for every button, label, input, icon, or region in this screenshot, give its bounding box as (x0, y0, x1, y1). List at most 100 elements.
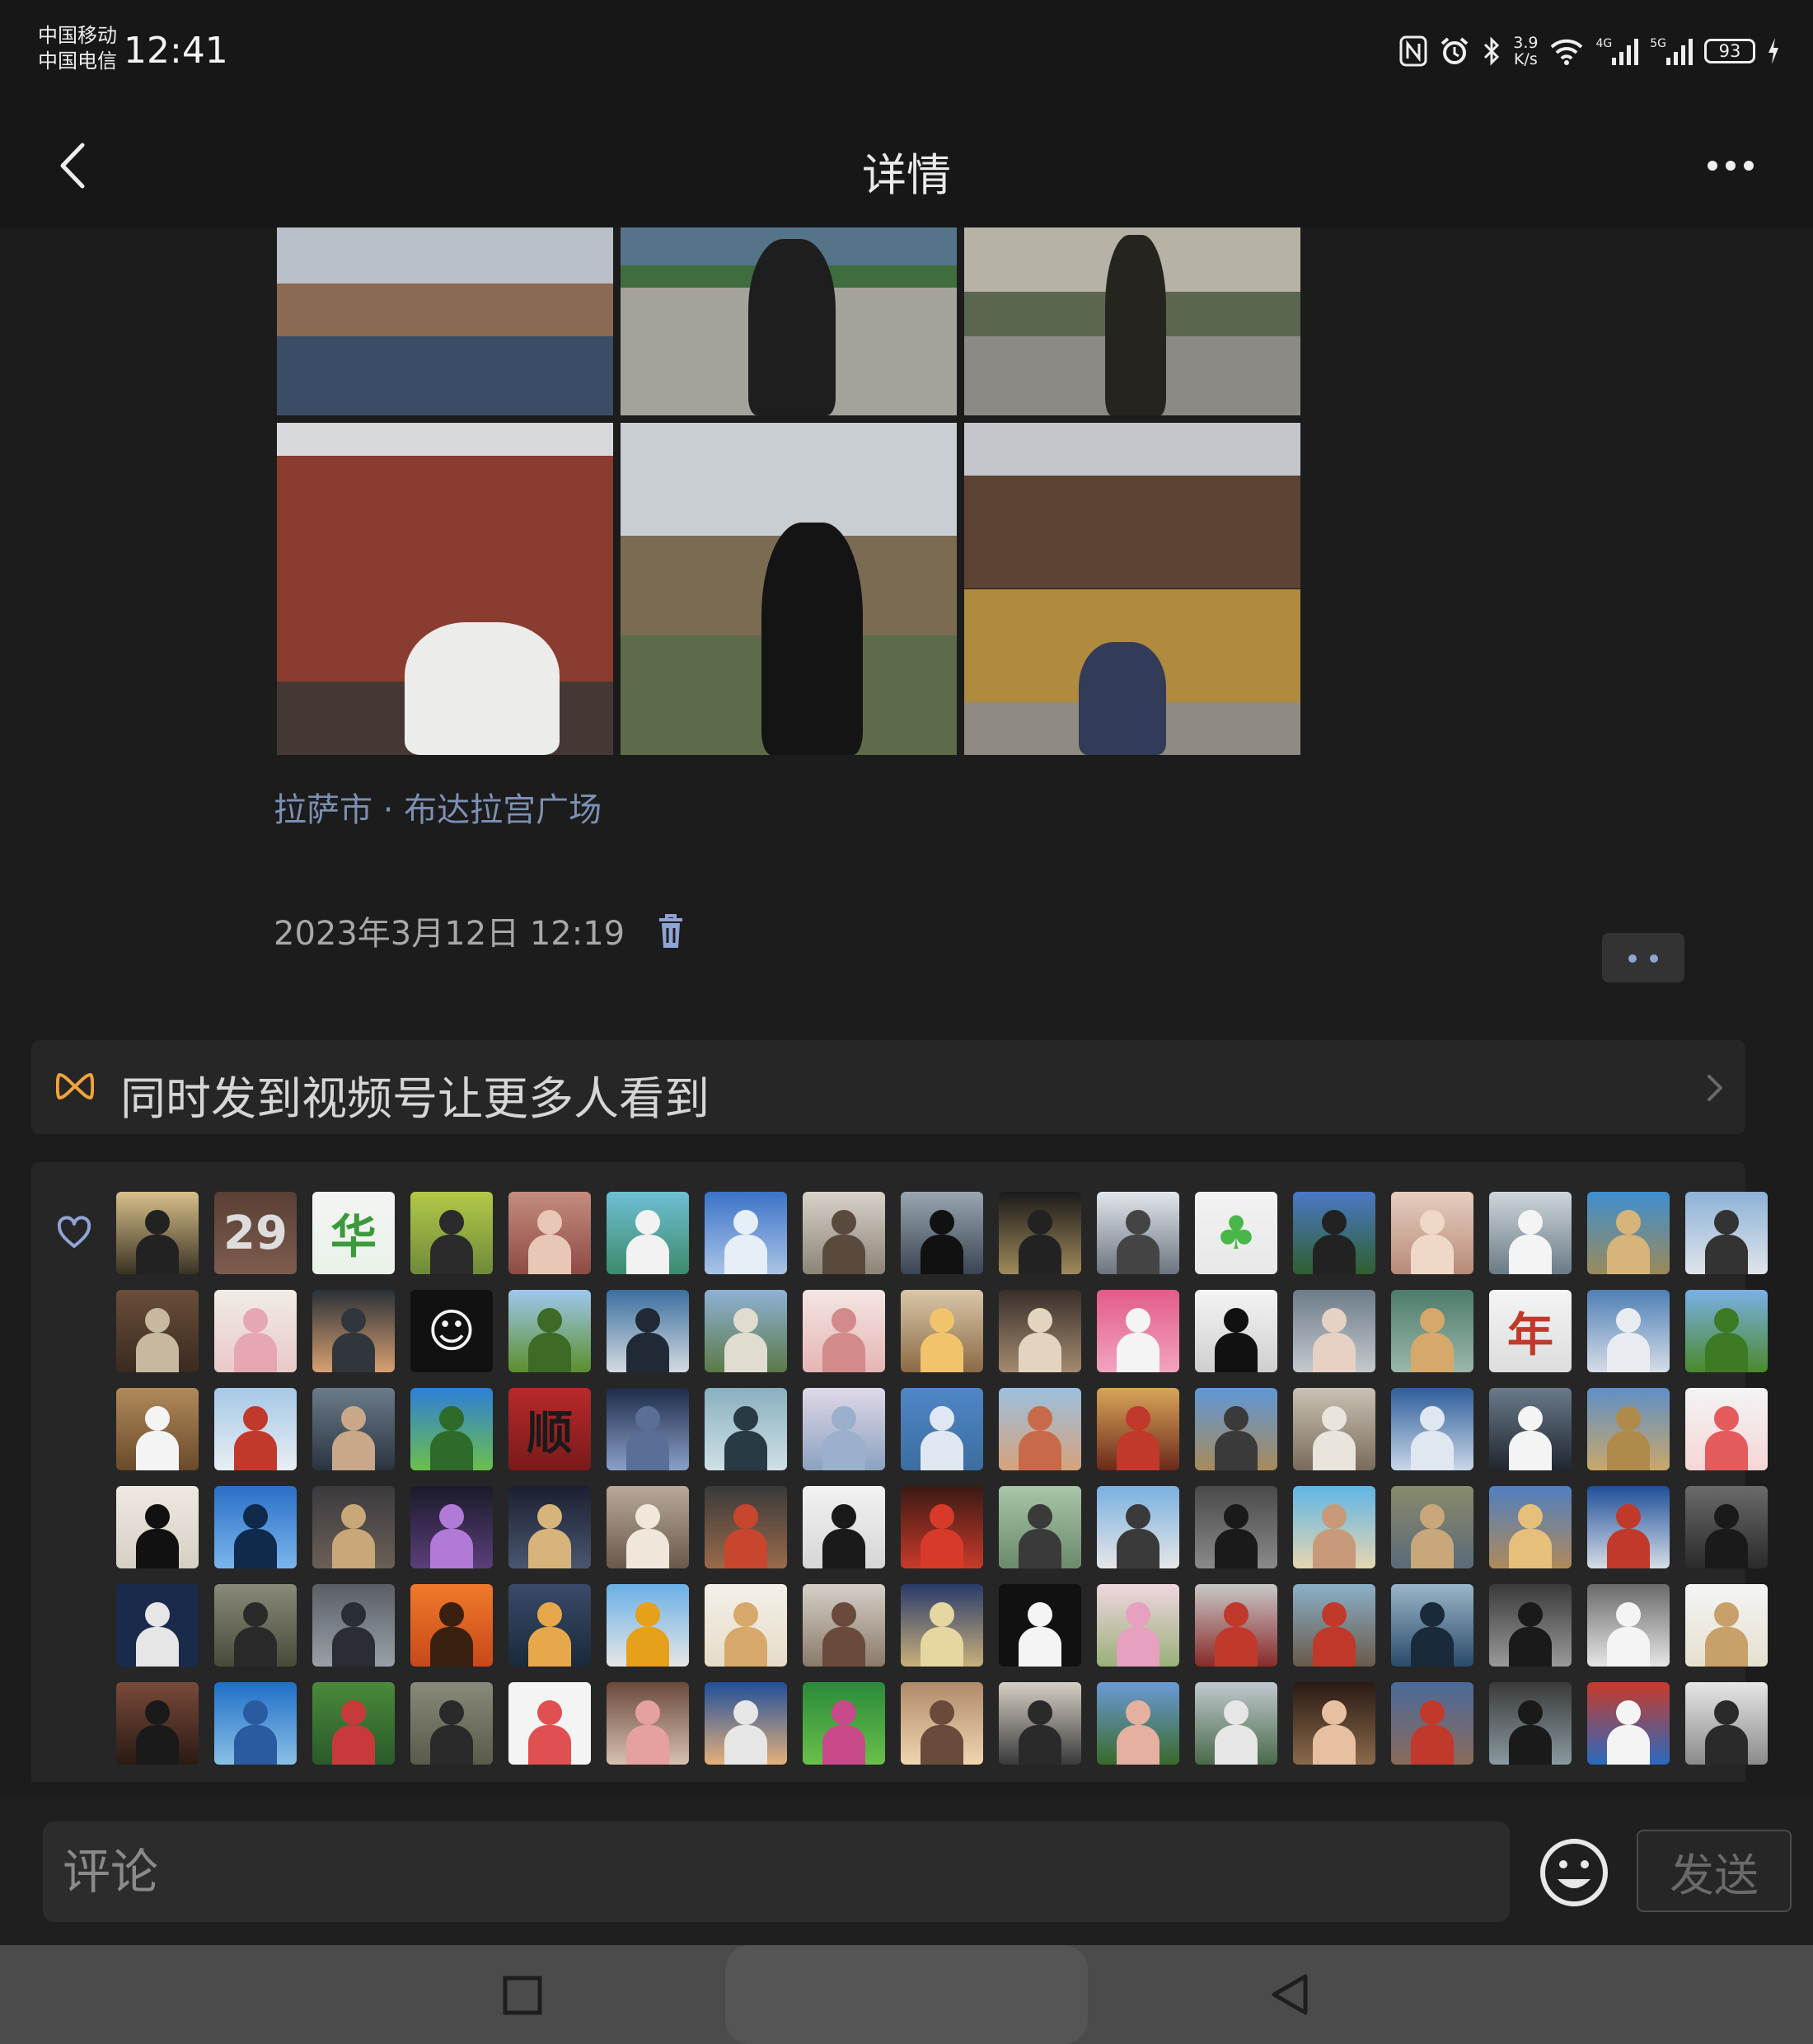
liker-avatar[interactable] (508, 1682, 591, 1765)
liker-avatar[interactable] (508, 1584, 591, 1667)
liker-avatar[interactable] (116, 1486, 199, 1568)
liker-avatar[interactable] (410, 1388, 493, 1470)
liker-avatar[interactable] (508, 1192, 591, 1274)
liker-avatar[interactable]: 年 (1489, 1290, 1572, 1372)
photo-man-with-camera-plaza[interactable] (621, 227, 957, 415)
liker-avatar[interactable] (1391, 1192, 1473, 1274)
liker-avatar[interactable] (1391, 1290, 1473, 1372)
liker-avatar[interactable] (705, 1388, 787, 1470)
liker-avatar[interactable] (1293, 1192, 1375, 1274)
liker-avatar[interactable] (901, 1682, 983, 1765)
liker-avatar[interactable] (1195, 1584, 1277, 1667)
like-comment-action-button[interactable] (1602, 933, 1684, 982)
liker-avatar[interactable] (1195, 1290, 1277, 1372)
liker-avatar[interactable] (1685, 1486, 1768, 1568)
liker-avatar[interactable] (1587, 1388, 1670, 1470)
liker-avatar[interactable] (312, 1290, 395, 1372)
liker-avatar[interactable] (214, 1486, 297, 1568)
liker-avatar[interactable] (1489, 1682, 1572, 1765)
liker-avatar[interactable] (1293, 1290, 1375, 1372)
liker-avatar[interactable] (1587, 1584, 1670, 1667)
liker-avatar[interactable] (803, 1486, 885, 1568)
liker-avatar[interactable] (116, 1584, 199, 1667)
liker-avatar[interactable] (1685, 1584, 1768, 1667)
liker-avatar[interactable] (607, 1388, 689, 1470)
liker-avatar[interactable] (1097, 1486, 1179, 1568)
liker-avatar[interactable] (901, 1290, 983, 1372)
liker-avatar[interactable] (705, 1682, 787, 1765)
liker-avatar[interactable] (705, 1192, 787, 1274)
liker-avatar[interactable] (116, 1192, 199, 1274)
liker-avatar[interactable] (410, 1682, 493, 1765)
liker-avatar[interactable] (803, 1388, 885, 1470)
liker-avatar[interactable] (705, 1486, 787, 1568)
liker-avatar[interactable] (410, 1584, 493, 1667)
liker-avatar[interactable]: ☺ (410, 1290, 493, 1372)
liker-avatar[interactable] (1489, 1192, 1572, 1274)
liker-avatar[interactable] (803, 1584, 885, 1667)
liker-avatar[interactable] (1097, 1682, 1179, 1765)
location-link[interactable]: 拉萨市 · 布达拉宫广场 (274, 783, 602, 831)
send-button[interactable]: 发送 (1637, 1830, 1792, 1912)
liker-avatar[interactable] (1097, 1388, 1179, 1470)
liker-avatar[interactable] (803, 1682, 885, 1765)
liker-avatar[interactable] (214, 1290, 297, 1372)
liker-avatar[interactable] (1685, 1290, 1768, 1372)
photo-man-in-street[interactable] (964, 227, 1300, 415)
liker-avatar[interactable] (999, 1584, 1081, 1667)
liker-avatar[interactable]: 顺 (508, 1388, 591, 1470)
triangle-back-icon[interactable] (1269, 1970, 1310, 2019)
liker-avatar[interactable] (214, 1584, 297, 1667)
liker-avatar[interactable] (1489, 1584, 1572, 1667)
liker-avatar[interactable] (410, 1192, 493, 1274)
liker-avatar[interactable]: 华 (312, 1192, 395, 1274)
liker-avatar[interactable] (999, 1290, 1081, 1372)
liker-avatar[interactable] (607, 1486, 689, 1568)
square-home-icon[interactable] (503, 1970, 544, 2019)
liker-avatar[interactable] (1489, 1486, 1572, 1568)
liker-avatar[interactable] (803, 1192, 885, 1274)
liker-avatar[interactable] (1587, 1192, 1670, 1274)
liker-avatar[interactable] (1293, 1388, 1375, 1470)
liker-avatar[interactable] (901, 1584, 983, 1667)
liker-avatar[interactable] (705, 1584, 787, 1667)
liker-avatar[interactable] (1587, 1486, 1670, 1568)
liker-avatar[interactable] (1195, 1682, 1277, 1765)
liker-avatar[interactable] (214, 1682, 297, 1765)
liker-avatar[interactable] (1293, 1486, 1375, 1568)
liker-avatar[interactable] (1685, 1682, 1768, 1765)
channels-banner[interactable]: 同时发到视频号让更多人看到 (31, 1040, 1745, 1134)
liker-avatar[interactable] (1097, 1584, 1179, 1667)
liker-avatar[interactable] (508, 1486, 591, 1568)
liker-avatar[interactable] (1587, 1290, 1670, 1372)
liker-avatar[interactable] (116, 1388, 199, 1470)
liker-avatar[interactable] (1587, 1682, 1670, 1765)
liker-avatar[interactable] (607, 1192, 689, 1274)
liker-avatar[interactable] (1391, 1682, 1473, 1765)
liker-avatar[interactable] (999, 1682, 1081, 1765)
liker-avatar[interactable] (999, 1486, 1081, 1568)
liker-avatar[interactable] (1097, 1192, 1179, 1274)
liker-avatar[interactable] (999, 1388, 1081, 1470)
liker-avatar[interactable] (607, 1682, 689, 1765)
liker-avatar[interactable] (1195, 1388, 1277, 1470)
liker-avatar[interactable] (1391, 1486, 1473, 1568)
more-options-button[interactable] (1698, 145, 1764, 186)
liker-avatar[interactable] (1097, 1290, 1179, 1372)
photo-silhouette-window[interactable] (621, 423, 957, 755)
liker-avatar[interactable] (1293, 1584, 1375, 1667)
photo-man-by-red-wall[interactable] (277, 423, 613, 755)
liker-avatar[interactable] (508, 1290, 591, 1372)
liker-avatar[interactable] (901, 1388, 983, 1470)
liker-avatar[interactable] (999, 1192, 1081, 1274)
liker-avatar[interactable] (410, 1486, 493, 1568)
liker-avatar[interactable] (607, 1584, 689, 1667)
emoji-icon[interactable] (1538, 1836, 1610, 1909)
liker-avatar[interactable] (312, 1486, 395, 1568)
liker-avatar[interactable] (1195, 1486, 1277, 1568)
liker-avatar[interactable] (1391, 1388, 1473, 1470)
liker-avatar[interactable] (312, 1584, 395, 1667)
liker-avatar[interactable] (312, 1388, 395, 1470)
liker-avatar[interactable] (803, 1290, 885, 1372)
liker-avatar[interactable] (312, 1682, 395, 1765)
